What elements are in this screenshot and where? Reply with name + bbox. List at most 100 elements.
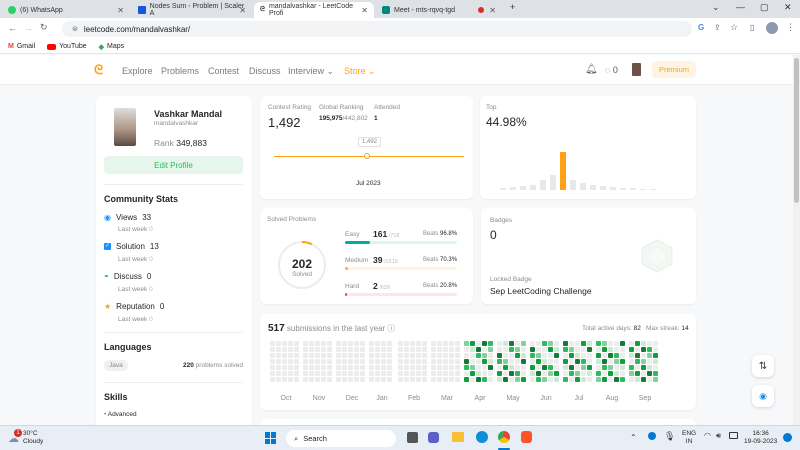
heatmap-cell[interactable] [653,365,658,370]
heatmap-cell[interactable] [431,347,436,352]
heatmap-cell[interactable] [629,371,634,376]
heatmap-cell[interactable] [387,371,392,376]
heatmap-cell[interactable] [422,359,427,364]
heatmap-cell[interactable] [530,377,535,382]
heatmap-cell[interactable] [503,371,508,376]
heatmap-cell[interactable] [455,347,460,352]
heatmap-cell[interactable] [614,341,619,346]
heatmap-cell[interactable] [554,377,559,382]
heatmap-cell[interactable] [327,377,332,382]
heatmap-cell[interactable] [530,341,535,346]
site-info-icon[interactable]: ⊜ [72,25,78,33]
heatmap-cell[interactable] [443,371,448,376]
heatmap-cell[interactable] [360,347,365,352]
heatmap-cell[interactable] [635,371,640,376]
heatmap-cell[interactable] [443,359,448,364]
heatmap-cell[interactable] [288,365,293,370]
heatmap-cell[interactable] [575,365,580,370]
heatmap-cell[interactable] [321,341,326,346]
tab-whatsapp[interactable]: (6) WhatsApp ✕ [2,2,130,18]
heatmap-cell[interactable] [470,365,475,370]
heatmap-cell[interactable] [282,377,287,382]
heatmap-cell[interactable] [276,371,281,376]
language-tag[interactable]: Java [104,360,128,371]
battery-icon[interactable] [729,432,738,439]
heatmap-cell[interactable] [515,371,520,376]
heatmap-cell[interactable] [596,341,601,346]
heatmap-cell[interactable] [569,353,574,358]
heatmap-cell[interactable] [336,371,341,376]
back-icon[interactable]: ← [8,23,17,33]
heatmap-cell[interactable] [288,359,293,364]
heatmap-cell[interactable] [309,359,314,364]
heatmap-cell[interactable] [635,359,640,364]
heatmap-cell[interactable] [348,341,353,346]
heatmap-cell[interactable] [282,353,287,358]
heatmap-cell[interactable] [354,365,359,370]
heatmap-cell[interactable] [497,371,502,376]
heatmap-cell[interactable] [375,347,380,352]
heatmap-cell[interactable] [398,359,403,364]
heatmap-cell[interactable] [476,371,481,376]
edge-icon[interactable] [476,431,488,443]
heatmap-cell[interactable] [620,353,625,358]
heatmap-cell[interactable] [270,371,275,376]
heatmap-cell[interactable] [608,371,613,376]
heatmap-cell[interactable] [602,371,607,376]
heatmap-cell[interactable] [270,377,275,382]
heatmap-cell[interactable] [509,371,514,376]
heatmap-cell[interactable] [470,347,475,352]
heatmap-cell[interactable] [449,365,454,370]
heatmap-cell[interactable] [620,377,625,382]
heatmap-cell[interactable] [521,353,526,358]
heatmap-cell[interactable] [336,365,341,370]
heatmap-cell[interactable] [569,365,574,370]
heatmap-cell[interactable] [416,341,421,346]
heatmap-cell[interactable] [455,377,460,382]
heatmap-cell[interactable] [614,365,619,370]
heatmap-cell[interactable] [288,371,293,376]
heatmap-cell[interactable] [270,365,275,370]
translate-button[interactable]: ⇅ [752,355,774,377]
heatmap-cell[interactable] [455,359,460,364]
heatmap-cell[interactable] [575,371,580,376]
heatmap-cell[interactable] [464,347,469,352]
heatmap-cell[interactable] [503,347,508,352]
heatmap-cell[interactable] [653,377,658,382]
heatmap-cell[interactable] [422,341,427,346]
heatmap-cell[interactable] [464,371,469,376]
heatmap-cell[interactable] [381,353,386,358]
heatmap-cell[interactable] [342,377,347,382]
heatmap-cell[interactable] [288,377,293,382]
heatmap-cell[interactable] [354,353,359,358]
heatmap-cell[interactable] [497,347,502,352]
heatmap-cell[interactable] [563,371,568,376]
heatmap-cell[interactable] [360,341,365,346]
heatmap-cell[interactable] [369,377,374,382]
close-tab-icon[interactable]: ✕ [117,6,124,15]
heatmap-cell[interactable] [482,371,487,376]
heatmap-cell[interactable] [536,377,541,382]
heatmap-cell[interactable] [548,347,553,352]
clock[interactable]: 16:36 19-09-2023 [744,430,777,446]
heatmap-cell[interactable] [482,377,487,382]
heatmap-cell[interactable] [587,377,592,382]
heatmap-cell[interactable] [515,377,520,382]
heatmap-cell[interactable] [602,377,607,382]
heatmap-cell[interactable] [369,371,374,376]
heatmap-cell[interactable] [635,353,640,358]
heatmap-cell[interactable] [342,353,347,358]
heatmap-cell[interactable] [410,377,415,382]
heatmap-cell[interactable] [548,365,553,370]
heatmap-cell[interactable] [476,353,481,358]
heatmap-cell[interactable] [276,353,281,358]
heatmap-cell[interactable] [602,359,607,364]
heatmap-cell[interactable] [587,353,592,358]
heatmap-cell[interactable] [542,365,547,370]
heatmap-cell[interactable] [542,359,547,364]
heatmap-cell[interactable] [348,371,353,376]
heatmap-cell[interactable] [488,377,493,382]
heatmap-cell[interactable] [369,365,374,370]
heatmap-cell[interactable] [464,341,469,346]
heatmap-cell[interactable] [387,347,392,352]
